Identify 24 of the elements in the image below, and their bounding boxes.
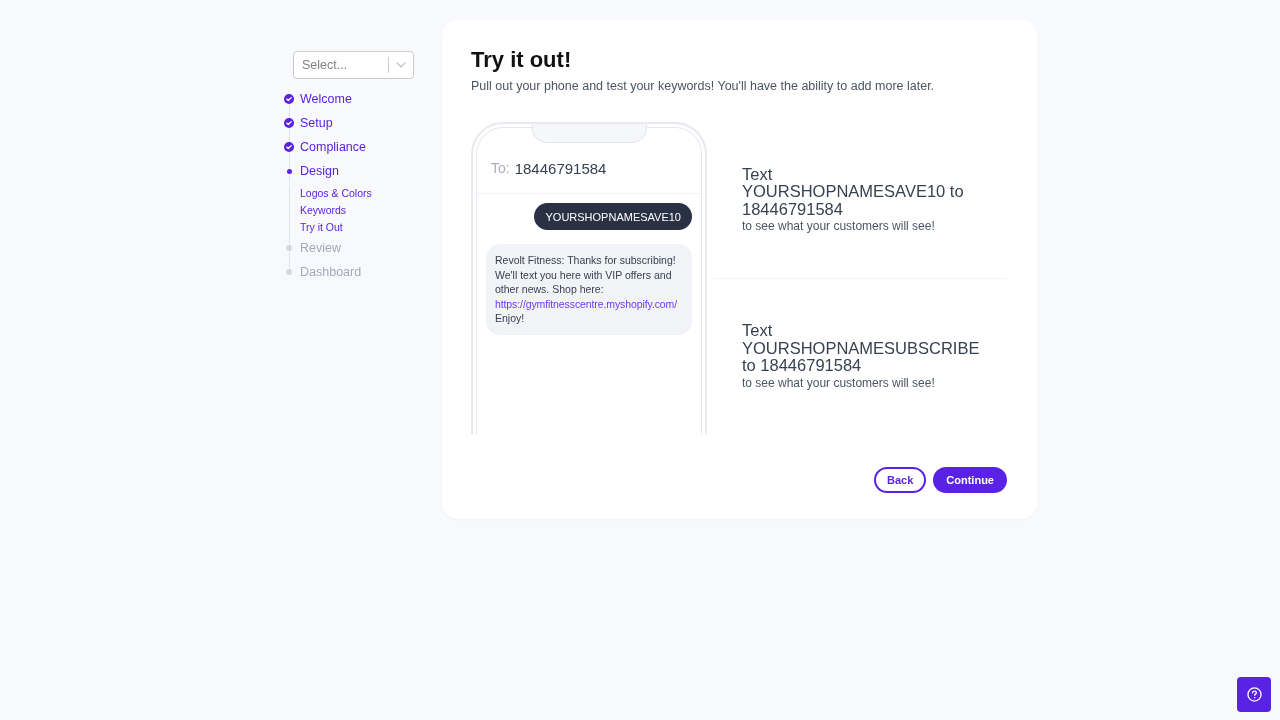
keyword-instruction: Text YOURSHOPNAMESUBSCRIBE to 18446791584 xyxy=(742,322,981,375)
sent-message: YOURSHOPNAMESAVE10 xyxy=(534,203,692,230)
substep-link[interactable]: Try it Out xyxy=(300,221,343,233)
step-link[interactable]: Setup xyxy=(300,116,333,130)
chevron-down-icon xyxy=(396,62,406,68)
continue-button[interactable]: Continue xyxy=(933,467,1007,493)
step-link[interactable]: Welcome xyxy=(300,92,352,106)
back-button[interactable]: Back xyxy=(874,467,927,493)
keyword-instruction: Text YOURSHOPNAMESAVE10 to 18446791584 xyxy=(742,165,965,218)
message-text: Revolt Fitness: Thanks for subscribing! We'll text you here with VIP offers and other news. Shop here: https://gymfitnesscentre.myshopify.com/ Enjoy! xyxy=(495,253,679,326)
substep-link[interactable]: Logos & Colors xyxy=(300,187,372,199)
keyword-caption: to see what your customers will see! xyxy=(742,374,936,391)
help-icon xyxy=(1246,687,1262,702)
page-subtitle: Pull out your phone and test your keywords! You'll have the ability to add more later. xyxy=(471,78,936,95)
help-button[interactable] xyxy=(1237,677,1271,712)
step-link[interactable]: Compliance xyxy=(300,140,366,154)
substep-link[interactable]: Keywords xyxy=(300,204,347,216)
recipient-label: To: xyxy=(491,160,510,176)
message-link[interactable]: https://gymfitnesscentre.myshopify.com/ xyxy=(495,297,678,310)
keyword-caption: to see what your customers will see! xyxy=(742,218,936,234)
select-dropdown[interactable]: Select... xyxy=(293,51,414,79)
step-link[interactable]: Design xyxy=(300,164,339,178)
recipient-number: 18446791584 xyxy=(514,159,607,177)
page-title: Try it out! xyxy=(471,46,573,74)
